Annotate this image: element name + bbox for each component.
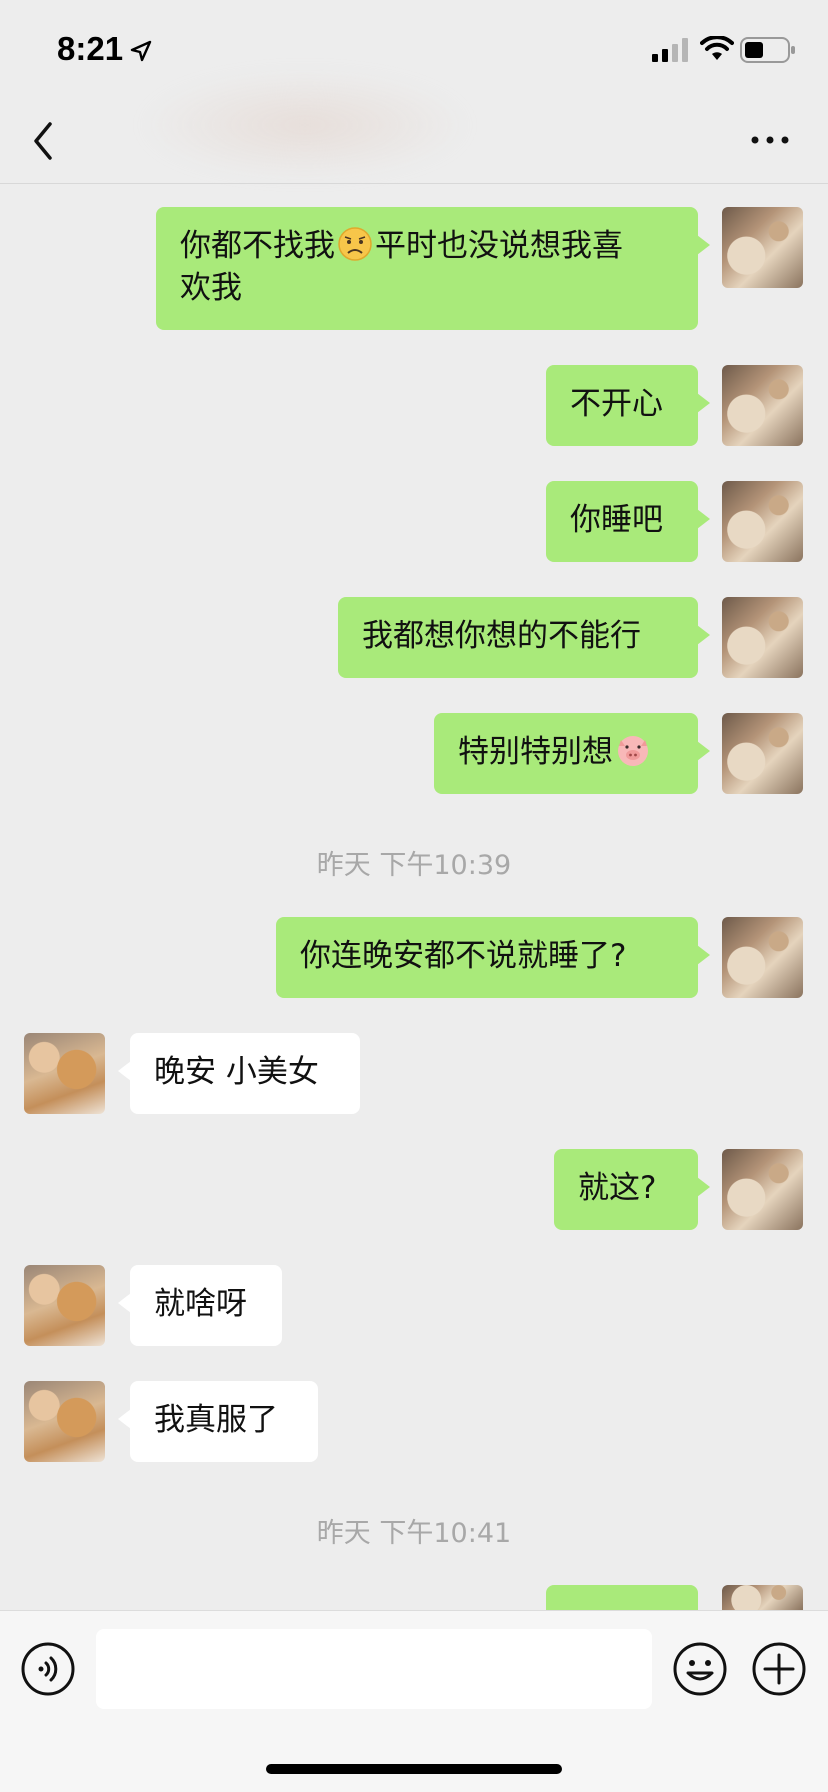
message-text: 就这?: [578, 1170, 657, 1206]
message-text: 欢我: [180, 270, 242, 306]
timestamp: 昨天 下午10:41: [316, 1518, 512, 1549]
message-bubble-sent[interactable]: 不开心: [546, 365, 710, 446]
signal-icon: [652, 38, 688, 62]
message-input[interactable]: [96, 1629, 652, 1709]
message-bubble-sent[interactable]: 你连晚安都不说就睡了?: [276, 917, 710, 998]
avatar-me[interactable]: [722, 917, 803, 998]
message-bubble-sent[interactable]: 我都想你想的不能行: [338, 597, 710, 678]
message-text: 特别特别想: [458, 734, 613, 770]
message-text: 晚安 小美女: [154, 1054, 319, 1090]
message-text: 你连晚安都不说就睡了?: [300, 938, 627, 974]
location-arrow-icon: [130, 40, 152, 62]
message-text: 平时也没说想我喜: [375, 228, 623, 264]
timestamp: 昨天 下午10:39: [316, 850, 512, 881]
avatar-me[interactable]: [722, 1149, 803, 1230]
avatar-me[interactable]: [722, 365, 803, 446]
message-text: 就啥呀: [154, 1286, 247, 1322]
chat-header: [0, 100, 828, 184]
home-indicator[interactable]: [266, 1764, 562, 1774]
message-bubble-sent[interactable]: 你都不找我 平时也没说想我喜 欢我: [156, 207, 710, 330]
chevron-left-icon[interactable]: [28, 118, 58, 164]
wifi-icon: [700, 36, 734, 60]
plus-circle-icon[interactable]: [751, 1641, 807, 1697]
status-bar: 8:21: [0, 0, 828, 180]
message-bubble-received[interactable]: 晚安 小美女: [118, 1033, 360, 1114]
message-text: 不开心: [570, 386, 663, 422]
more-dots-icon[interactable]: [750, 132, 790, 148]
message-text: 我真服了: [154, 1402, 278, 1438]
avatar-contact[interactable]: [24, 1033, 105, 1114]
message-bubble-sent[interactable]: 就这?: [554, 1149, 710, 1230]
message-text: 你都不找我: [180, 228, 335, 264]
smiley-icon[interactable]: [672, 1641, 728, 1697]
message-bubble-received[interactable]: 我真服了: [118, 1381, 318, 1462]
message-bubble-sent-partial[interactable]: [546, 1585, 710, 1633]
message-bubble-sent[interactable]: 你睡吧: [546, 481, 710, 562]
avatar-me[interactable]: [722, 597, 803, 678]
message-text: 我都想你想的不能行: [362, 618, 641, 654]
avatar-me[interactable]: [722, 207, 803, 288]
avatar-me[interactable]: [722, 1585, 803, 1610]
message-bubble-sent[interactable]: 特别特别想: [434, 713, 710, 794]
avatar-me[interactable]: [722, 713, 803, 794]
frowning-face-icon: [338, 227, 372, 261]
message-text: 你睡吧: [570, 502, 663, 538]
avatar-contact[interactable]: [24, 1265, 105, 1346]
voice-icon[interactable]: [20, 1641, 76, 1697]
status-time: 8:21: [57, 30, 124, 67]
pig-face-icon: [618, 736, 648, 766]
avatar-contact[interactable]: [24, 1381, 105, 1462]
message-bubble-received[interactable]: 就啥呀: [118, 1265, 282, 1346]
avatar-me[interactable]: [722, 481, 803, 562]
battery-icon: [740, 37, 795, 63]
